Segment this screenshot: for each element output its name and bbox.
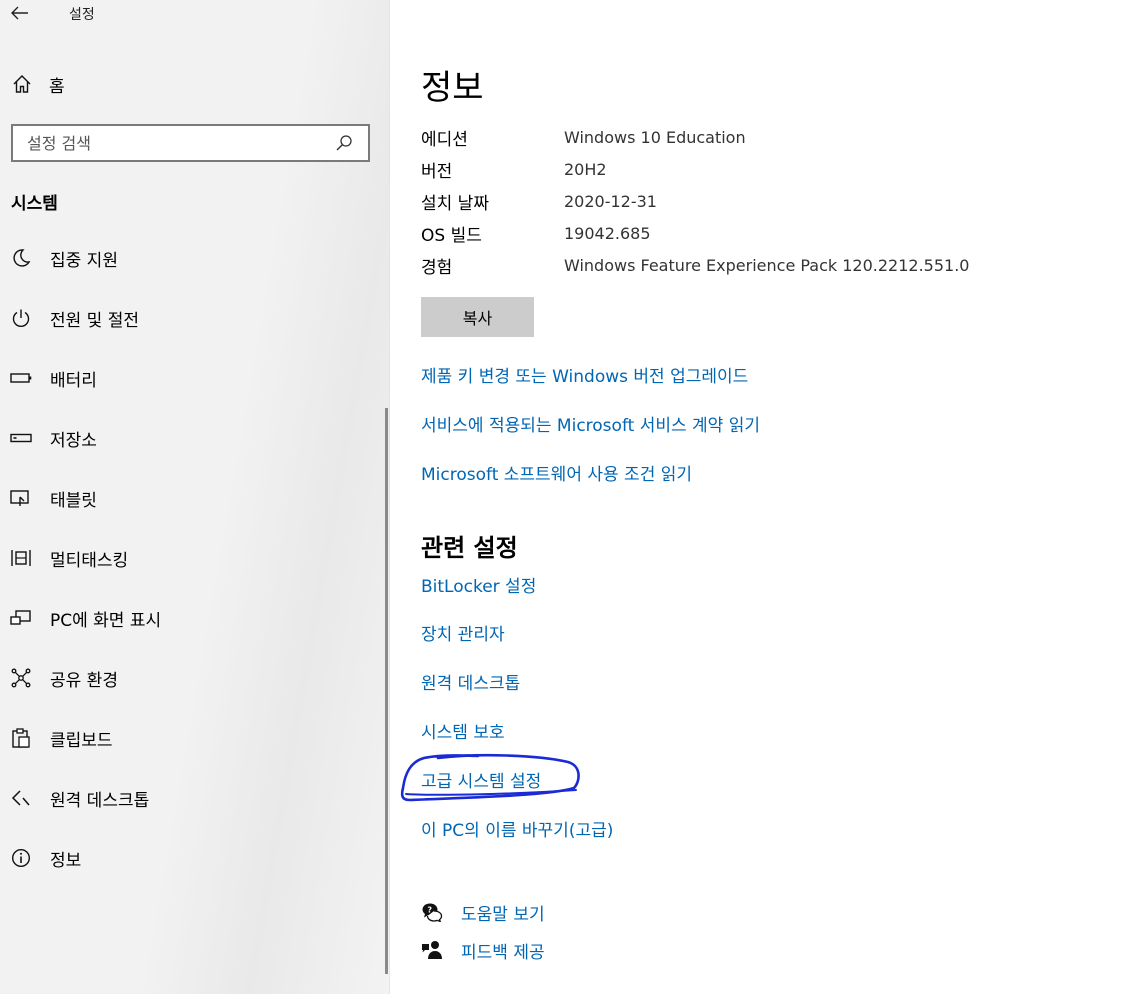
moon-icon [10,247,32,269]
search-icon[interactable] [332,131,356,155]
feedback-link-row[interactable]: 피드백 제공 [421,936,545,964]
sidebar-scrollbar[interactable] [385,408,388,974]
spec-value: 2020-12-31 [564,191,657,211]
help-link-label: 도움말 보기 [461,904,545,925]
spec-value: 19042.685 [564,223,651,243]
related-settings-title: 관련 설정 [421,534,518,562]
link-microsoft-services-agreement[interactable]: 서비스에 적용되는 Microsoft 서비스 계약 읽기 [421,411,760,436]
tablet-icon [10,487,32,509]
link-change-product-key[interactable]: 제품 키 변경 또는 Windows 버전 업그레이드 [421,362,748,387]
page-title: 정보 [421,68,484,108]
clipboard-icon [10,727,32,749]
home-icon [11,73,33,95]
sidebar-item-label: 전원 및 절전 [50,310,140,331]
help-chat-icon: ? [421,901,443,923]
info-icon [10,847,32,869]
link-system-protection[interactable]: 시스템 보호 [421,718,505,743]
sidebar-item-label: 클립보드 [50,730,113,751]
spec-row-edition: 에디션 Windows 10 Education [421,123,1111,151]
spec-row-version: 버전 20H2 [421,155,1111,183]
remote-desktop-icon [10,787,32,809]
link-advanced-system-settings[interactable]: 고급 시스템 설정 [421,767,541,792]
sidebar-item-label: PC에 화면 표시 [50,610,162,631]
spec-key: 설치 날짜 [421,193,489,214]
link-software-license-terms[interactable]: Microsoft 소프트웨어 사용 조건 읽기 [421,460,692,485]
spec-key: 에디션 [421,129,468,150]
storage-icon [10,427,32,449]
feedback-icon [421,939,443,961]
link-bitlocker-settings[interactable]: BitLocker 설정 [421,572,536,597]
spec-key: 경험 [421,257,453,278]
spec-value: Windows Feature Experience Pack 120.2212… [564,255,970,275]
spec-row-installed-on: 설치 날짜 2020-12-31 [421,187,1111,215]
section-title-system: 시스템 [11,194,58,214]
title-bar: 설정 [0,0,390,30]
projecting-icon [10,607,32,629]
sidebar-item-focus-assist[interactable]: 집중 지원 [0,236,380,280]
sidebar-item-label: 집중 지원 [50,250,118,271]
sidebar-item-projecting[interactable]: PC에 화면 표시 [0,596,380,640]
sidebar-item-label: 태블릿 [50,490,97,511]
sidebar-item-label: 원격 데스크톱 [50,790,150,811]
link-remote-desktop[interactable]: 원격 데스크톱 [421,669,520,694]
search-box[interactable] [11,124,370,162]
sidebar-item-tablet[interactable]: 태블릿 [0,476,380,520]
app-title: 설정 [69,7,95,23]
power-icon [10,307,32,329]
sidebar-item-label: 공유 환경 [50,670,118,691]
sidebar-item-battery[interactable]: 배터리 [0,356,380,400]
sidebar-item-label: 홈 [49,76,65,97]
link-device-manager[interactable]: 장치 관리자 [421,620,505,645]
spec-row-experience: 경험 Windows Feature Experience Pack 120.2… [421,251,1111,279]
sidebar-item-remote-desktop[interactable]: 원격 데스크톱 [0,776,380,820]
spec-row-os-build: OS 빌드 19042.685 [421,219,1111,247]
sidebar-item-label: 저장소 [50,430,97,451]
share-icon [10,667,32,689]
svg-text:?: ? [427,906,432,915]
sidebar-item-power-sleep[interactable]: 전원 및 절전 [0,296,380,340]
sidebar: 설정 홈 시스템 집중 지원 전원 및 절전 배터리 저 [0,0,390,994]
sidebar-item-shared-experiences[interactable]: 공유 환경 [0,656,380,700]
sidebar-item-label: 배터리 [50,370,97,391]
sidebar-item-label: 멀티태스킹 [50,550,129,571]
spec-value: Windows 10 Education [564,127,746,147]
link-rename-pc-advanced[interactable]: 이 PC의 이름 바꾸기(고급) [421,816,613,841]
back-arrow-icon [11,6,28,20]
back-button[interactable] [8,0,32,26]
help-link-row[interactable]: ? 도움말 보기 [421,898,545,926]
multitasking-icon [10,547,32,569]
sidebar-item-home[interactable]: 홈 [0,64,380,104]
sidebar-item-about[interactable]: 정보 [0,836,380,880]
sidebar-item-clipboard[interactable]: 클립보드 [0,716,380,760]
feedback-link-label: 피드백 제공 [461,942,545,963]
sidebar-item-storage[interactable]: 저장소 [0,416,380,460]
sidebar-item-label: 정보 [50,850,82,871]
sidebar-item-multitasking[interactable]: 멀티태스킹 [0,536,380,580]
search-input[interactable] [13,126,332,160]
spec-key: 버전 [421,161,453,182]
spec-value: 20H2 [564,159,607,179]
copy-button[interactable]: 복사 [421,297,534,337]
battery-icon [10,367,32,389]
spec-key: OS 빌드 [421,225,482,246]
